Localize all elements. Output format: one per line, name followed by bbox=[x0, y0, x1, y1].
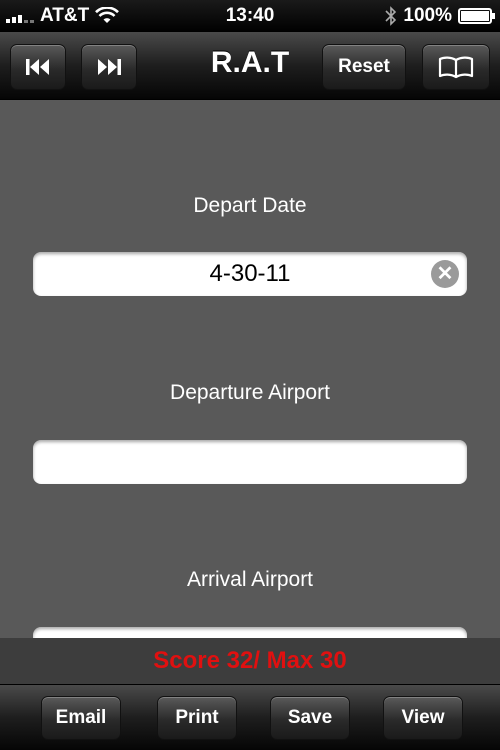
battery-fill bbox=[461, 11, 489, 21]
status-right: 100% bbox=[385, 5, 495, 27]
clear-icon[interactable]: ✕ bbox=[431, 260, 459, 288]
skip-back-icon bbox=[26, 59, 49, 75]
arrival-airport-field[interactable] bbox=[33, 627, 467, 638]
book-icon bbox=[438, 56, 474, 79]
book-button[interactable] bbox=[422, 44, 490, 90]
depart-date-field[interactable]: 4-30-11 ✕ bbox=[33, 252, 467, 296]
previous-button[interactable] bbox=[10, 44, 66, 90]
view-button[interactable]: View bbox=[383, 696, 463, 740]
nav-title: R.A.T bbox=[210, 46, 290, 79]
battery-icon bbox=[458, 8, 495, 24]
battery-label: 100% bbox=[403, 5, 452, 26]
score-text: Score 32/ Max 30 bbox=[0, 638, 500, 684]
status-bar: AT&T 13:40 100% bbox=[0, 0, 500, 32]
save-button[interactable]: Save bbox=[270, 696, 350, 740]
bottom-toolbar: Email Print Save View bbox=[0, 684, 500, 750]
print-button[interactable]: Print bbox=[157, 696, 237, 740]
departure-airport-field[interactable] bbox=[33, 440, 467, 484]
bluetooth-icon bbox=[385, 6, 397, 26]
depart-date-label: Depart Date bbox=[193, 194, 307, 217]
depart-date-value: 4-30-11 bbox=[209, 260, 291, 287]
arrival-airport-label: Arrival Airport bbox=[186, 568, 314, 591]
departure-airport-label: Departure Airport bbox=[170, 381, 330, 404]
reset-button[interactable]: Reset bbox=[322, 44, 406, 90]
skip-forward-icon bbox=[98, 59, 121, 75]
next-button[interactable] bbox=[81, 44, 137, 90]
email-button[interactable]: Email bbox=[41, 696, 121, 740]
nav-bar: R.A.T Reset bbox=[0, 32, 500, 100]
main-content: Depart Date 4-30-11 ✕ Departure Airport … bbox=[0, 100, 500, 638]
